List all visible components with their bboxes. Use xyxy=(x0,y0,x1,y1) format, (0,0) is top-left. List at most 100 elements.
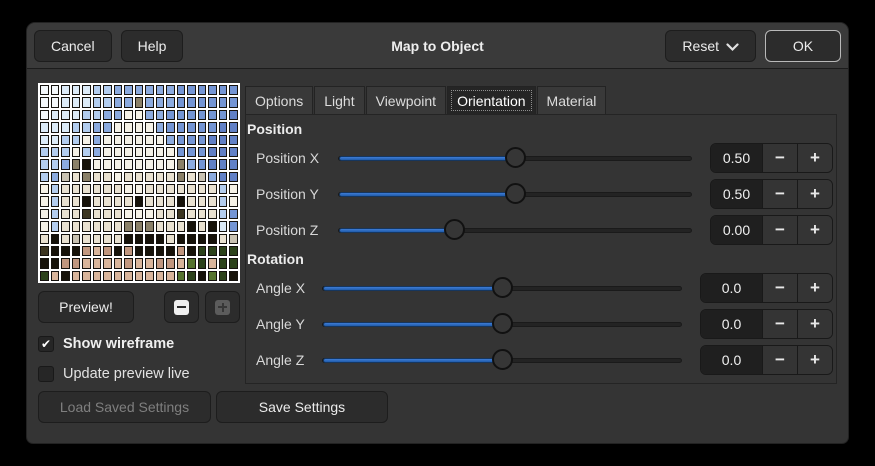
preview-grid-cell xyxy=(176,109,186,121)
angle-y-value[interactable]: 0.0 xyxy=(701,310,762,338)
preview-grid-cell xyxy=(40,184,49,195)
tab-options[interactable]: Options xyxy=(245,86,314,114)
preview-grid-cell xyxy=(61,270,70,281)
position-y-slider[interactable] xyxy=(338,183,692,205)
tab-viewpoint[interactable]: Viewpoint xyxy=(365,86,447,114)
preview-grid-cell xyxy=(50,245,60,257)
preview-grid-cell xyxy=(50,85,60,96)
preview-grid-cell xyxy=(71,171,81,182)
slider-handle[interactable] xyxy=(444,219,466,240)
preview-grid-cell xyxy=(113,270,123,281)
preview-grid-cell xyxy=(124,233,133,244)
preview-grid-cell xyxy=(92,122,102,133)
slider-fill xyxy=(339,192,515,197)
preview-grid-cell xyxy=(92,171,102,182)
preview-grid-cell xyxy=(92,184,102,195)
preview-grid-cell xyxy=(40,270,49,281)
preview-grid-cell xyxy=(166,146,175,158)
preview-controls: Preview! xyxy=(38,291,240,323)
position-z-slider[interactable] xyxy=(338,219,692,241)
load-saved-settings-button[interactable]: Load Saved Settings xyxy=(38,391,211,423)
preview-grid-cell xyxy=(176,221,186,232)
preview-grid-cell xyxy=(166,196,175,207)
show-wireframe-checkbox[interactable]: ✔ Show wireframe xyxy=(38,336,240,352)
slider-handle[interactable] xyxy=(504,183,526,204)
preview-grid-cell xyxy=(218,258,228,269)
decrement-button[interactable]: − xyxy=(762,346,797,374)
settings-notebook: Options Light Viewpoint Orientation Mate… xyxy=(245,86,837,384)
slider-handle[interactable] xyxy=(491,277,513,298)
preview-grid-cell xyxy=(155,146,165,158)
angle-y-label: Angle Y xyxy=(256,316,305,332)
slider-handle[interactable] xyxy=(504,147,526,168)
preview-grid-cell xyxy=(229,258,238,269)
angle-z-value[interactable]: 0.0 xyxy=(701,346,762,374)
increment-button[interactable]: + xyxy=(797,346,832,374)
position-y-value[interactable]: 0.50 xyxy=(711,180,762,208)
preview-grid-cell xyxy=(145,258,154,269)
preview-grid-cell xyxy=(124,221,133,232)
preview-button[interactable]: Preview! xyxy=(38,291,134,323)
tab-material[interactable]: Material xyxy=(536,86,607,114)
slider-handle[interactable] xyxy=(491,349,513,370)
preview-grid-cell xyxy=(92,109,102,121)
decrement-button[interactable]: − xyxy=(762,310,797,338)
position-x-slider[interactable] xyxy=(338,147,692,169)
zoom-out-button[interactable] xyxy=(164,291,199,323)
preview-grid-cell xyxy=(40,109,49,121)
angle-z-slider[interactable] xyxy=(322,349,682,371)
preview-grid-cell xyxy=(61,258,70,269)
preview-grid-cell xyxy=(124,134,133,145)
save-settings-button[interactable]: Save Settings xyxy=(216,391,388,423)
preview-grid-cell xyxy=(187,184,196,195)
preview-grid-cell xyxy=(134,122,144,133)
angle-x-value[interactable]: 0.0 xyxy=(701,274,762,302)
decrement-button[interactable]: − xyxy=(762,180,797,208)
preview-grid-cell xyxy=(103,159,112,170)
position-z-value[interactable]: 0.00 xyxy=(711,216,762,244)
position-x-label: Position X xyxy=(256,150,320,166)
help-button[interactable]: Help xyxy=(120,29,184,62)
update-preview-live-checkbox[interactable]: ✔ Update preview live xyxy=(38,366,240,382)
rotation-section-title: Rotation xyxy=(247,251,304,267)
preview-grid-cell xyxy=(218,97,228,108)
increment-button[interactable]: + xyxy=(797,216,832,244)
reset-button[interactable]: Reset xyxy=(665,29,756,62)
preview-grid-cell xyxy=(218,159,228,170)
zoom-in-button[interactable] xyxy=(205,291,240,323)
increment-button[interactable]: + xyxy=(797,144,832,172)
preview-grid-cell xyxy=(61,159,70,170)
tab-light[interactable]: Light xyxy=(314,86,365,114)
preview-grid-cell xyxy=(103,171,112,182)
preview-grid-cell xyxy=(82,245,91,257)
preview-grid-cell xyxy=(71,208,81,220)
preview-grid-cell xyxy=(229,208,238,220)
decrement-button[interactable]: − xyxy=(762,216,797,244)
preview-grid-cell xyxy=(82,208,91,220)
increment-button[interactable]: + xyxy=(797,310,832,338)
preview-grid-cell xyxy=(208,134,217,145)
angle-y-slider[interactable] xyxy=(322,313,682,335)
increment-button[interactable]: + xyxy=(797,274,832,302)
cancel-button[interactable]: Cancel xyxy=(34,29,112,62)
preview-grid-cell xyxy=(103,184,112,195)
angle-x-slider[interactable] xyxy=(322,277,682,299)
preview-grid-cell xyxy=(113,122,123,133)
slider-fill xyxy=(323,358,502,363)
preview-grid-cell xyxy=(229,146,238,158)
preview-grid-cell xyxy=(176,146,186,158)
position-x-value[interactable]: 0.50 xyxy=(711,144,762,172)
preview-grid-cell xyxy=(187,221,196,232)
preview-grid-cell xyxy=(166,208,175,220)
decrement-button[interactable]: − xyxy=(762,144,797,172)
tab-orientation[interactable]: Orientation xyxy=(447,86,536,114)
decrement-button[interactable]: − xyxy=(762,274,797,302)
increment-button[interactable]: + xyxy=(797,180,832,208)
ok-button[interactable]: OK xyxy=(765,29,841,62)
slider-track xyxy=(338,228,692,233)
preview-grid-cell xyxy=(218,221,228,232)
preview-grid-cell xyxy=(176,97,186,108)
tab-label: Light xyxy=(324,92,355,109)
slider-handle[interactable] xyxy=(491,313,513,334)
angle-y-row: Angle Y 0.0 − + xyxy=(246,306,836,342)
